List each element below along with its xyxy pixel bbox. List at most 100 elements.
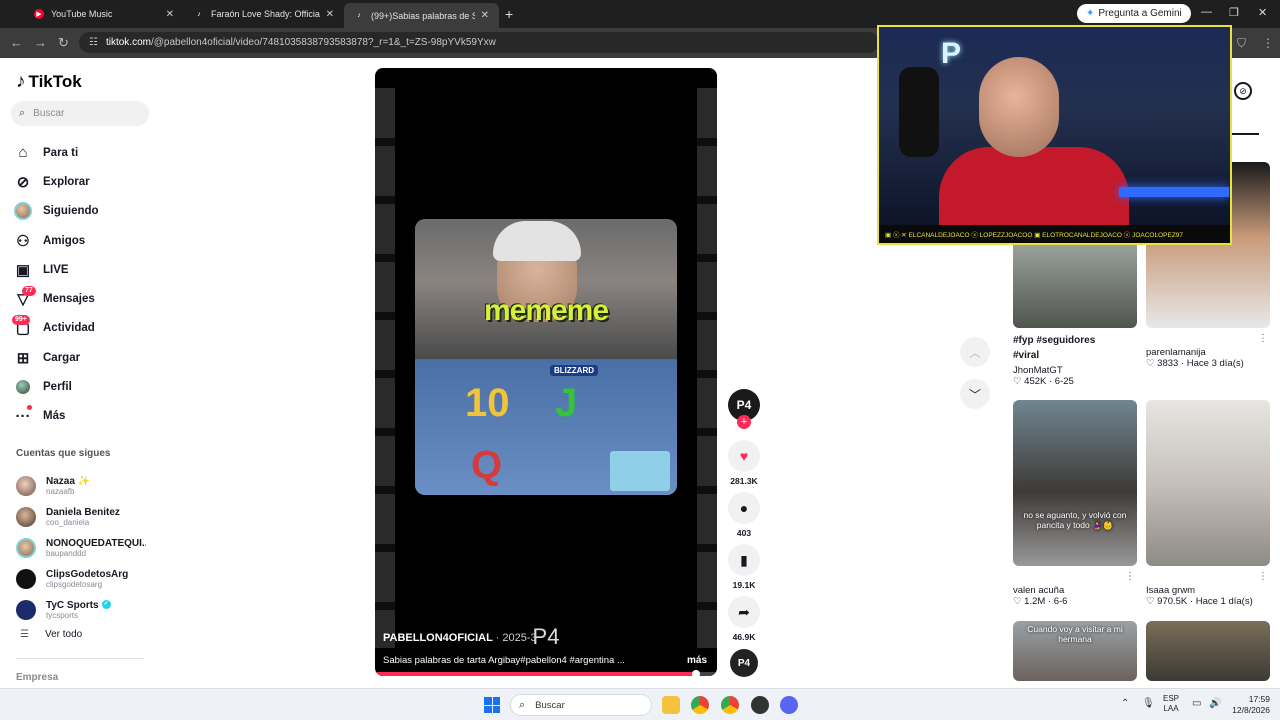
taskbar-search[interactable]: ⌕ Buscar — [510, 694, 652, 716]
gemini-button[interactable]: ✦ Pregunta a Gemini — [1077, 4, 1191, 23]
windows-start-icon[interactable] — [484, 697, 500, 713]
card-date: Hace 1 día(s) — [1195, 596, 1253, 607]
company-link[interactable]: Empresa — [16, 672, 58, 683]
search-input[interactable]: ⌕ Buscar — [11, 101, 149, 126]
obs-icon[interactable] — [751, 696, 769, 714]
card-meta: ♡ 3833 · Hace 3 día(s) — [1146, 358, 1244, 369]
sidebar-item-mensajes[interactable]: ▽ 77 Mensajes — [14, 284, 154, 313]
tab-title: Faraón Love Shady: Official Clip — [211, 9, 320, 19]
sidebar-item-cargar[interactable]: ⊞ Cargar — [14, 343, 154, 372]
following-user[interactable]: Nazaa ✨ nazaafb — [16, 470, 156, 501]
music-disc-icon[interactable]: P4 — [730, 649, 758, 677]
volume-icon[interactable]: 🔊 — [1209, 698, 1221, 709]
notification-dot — [27, 405, 32, 411]
tab-youtube-music[interactable]: ▶ YouTube Music ✕ — [24, 3, 184, 25]
next-video-button[interactable]: ﹀ — [960, 379, 990, 409]
minimize-icon[interactable]: — — [1201, 6, 1212, 18]
sidebar-item-siguiendo[interactable]: Siguiendo — [14, 197, 154, 226]
following-user[interactable]: NONOQUEDATEQUI... baupanddd — [16, 532, 156, 563]
comment-button[interactable]: ● — [728, 492, 760, 524]
card-author[interactable]: JhonMatGT — [1013, 365, 1137, 376]
back-icon[interactable]: ← — [10, 35, 23, 50]
video-progress-bar[interactable] — [375, 670, 717, 676]
headphones — [493, 221, 581, 261]
close-icon[interactable]: ✕ — [166, 9, 174, 20]
more-options-icon[interactable]: ⋮ — [1258, 333, 1268, 344]
new-tab-icon[interactable]: + — [505, 6, 513, 22]
close-icon[interactable]: ✕ — [481, 10, 489, 21]
discord-icon[interactable] — [780, 696, 798, 714]
save-button[interactable]: ▮ — [728, 544, 760, 576]
video-author[interactable]: PABELLON4OFICIAL — [383, 632, 493, 644]
following-user[interactable]: Daniela Benitez coo_daniela — [16, 501, 156, 532]
sidebar-menu: ⌂ Para ti ⊘ Explorar Siguiendo ⚇ Amigos ▣ LI… — [12, 138, 154, 431]
sidebar-item-explorar[interactable]: ⊘ Explorar — [14, 167, 154, 196]
follow-plus-icon[interactable]: + — [737, 415, 751, 429]
thumbnail-caption: no se aguanto, y volvió con pancita y to… — [1023, 510, 1127, 530]
share-button[interactable]: ➦ — [728, 596, 760, 628]
sidebar-item-amigos[interactable]: ⚇ Amigos — [14, 226, 154, 255]
divider — [16, 658, 144, 659]
card-meta: ♡ 1.2M · 6-6 — [1013, 596, 1068, 607]
following-user[interactable]: ClipsGodetosArg clipsgodetosarg — [16, 563, 156, 594]
progress-fill — [375, 672, 697, 676]
sidebar-item-mas[interactable]: ··· Más — [14, 402, 154, 431]
more-options-icon[interactable]: ⋮ — [1258, 571, 1268, 582]
card-likes: 970.5K — [1157, 596, 1188, 607]
following-user[interactable]: TyC Sports ✓ tycsports — [16, 594, 156, 625]
activity-badge: 99+ — [12, 315, 30, 326]
see-all-link[interactable]: ☰ Ver todo — [20, 629, 82, 640]
more-button[interactable]: más — [687, 655, 707, 666]
tiktok-logo[interactable]: ♪ TikTok — [16, 71, 82, 93]
address-bar[interactable]: ☷ tiktok.com /@pabellon4oficial/video/74… — [79, 32, 879, 53]
url-host: tiktok.com — [105, 37, 151, 48]
sidebar-item-para-ti[interactable]: ⌂ Para ti — [14, 138, 154, 167]
chevron-up-icon[interactable]: ⌃ — [1121, 698, 1129, 709]
youtube-music-icon: ▶ — [34, 9, 44, 19]
browser-tab-bar: ▶ YouTube Music ✕ ♪ Faraón Love Shady: O… — [0, 0, 1280, 28]
video-description: Sabias palabras de tarta Argibay#pabello… — [383, 655, 625, 666]
slot-symbol-ten: 10 — [465, 381, 510, 425]
network-icon[interactable]: ▭ — [1192, 698, 1201, 709]
heart-outline-icon: ♡ — [1013, 596, 1025, 607]
card-meta: ♡ 452K · 6-25 — [1013, 376, 1074, 387]
progress-knob[interactable] — [692, 670, 701, 676]
menu-icon[interactable]: ⋮ — [1262, 36, 1274, 50]
close-window-icon[interactable]: ✕ — [1258, 6, 1267, 19]
more-options-icon[interactable]: ⋮ — [1125, 571, 1135, 582]
language-indicator[interactable]: ESP LAA — [1163, 694, 1179, 714]
forward-icon[interactable]: → — [34, 35, 47, 50]
tab-faraon[interactable]: ♪ Faraón Love Shady: Official Clip ✕ — [184, 3, 344, 25]
card-date: 6-6 — [1053, 596, 1068, 607]
file-explorer-icon[interactable] — [662, 696, 680, 714]
feed-filter-icon[interactable]: ⊘ — [1234, 82, 1252, 100]
reload-icon[interactable]: ↻ — [58, 35, 69, 51]
user-handle: nazaafb — [46, 486, 75, 496]
bookmark-icon: ▮ — [740, 551, 748, 568]
clock[interactable]: 17:59 12/8/2026 — [1226, 694, 1270, 716]
chrome-icon[interactable] — [691, 696, 709, 714]
close-icon[interactable]: ✕ — [326, 9, 334, 20]
sidebar-item-actividad[interactable]: ▢ 99+ Actividad — [12, 314, 154, 343]
avatar — [16, 599, 36, 620]
microphone-icon[interactable]: 🎙 — [1142, 698, 1155, 709]
previous-video-button[interactable]: ︿ — [960, 337, 990, 367]
card-likes: 3833 — [1157, 358, 1179, 369]
tab-active-tiktok[interactable]: ♪ (99+)Sabias palabras de Sa ✕ — [344, 3, 499, 28]
like-button[interactable]: ♥ — [728, 440, 760, 472]
card-author[interactable]: valen acuña — [1013, 585, 1137, 596]
site-settings-icon[interactable]: ☷ — [89, 37, 98, 48]
video-content: BLIZZARD 10 J Q mememe — [415, 219, 677, 495]
sidebar-item-perfil[interactable]: Perfil — [14, 372, 154, 401]
video-player[interactable]: BLIZZARD 10 J Q mememe P4 PABELLON4OFICI… — [375, 68, 717, 676]
shield-extension-icon[interactable]: ⛉ — [1237, 36, 1246, 51]
see-all-label: Ver todo — [44, 629, 83, 640]
verified-icon: ✓ — [101, 600, 111, 610]
sidebar-item-live[interactable]: ▣ LIVE — [14, 255, 154, 284]
restore-icon[interactable]: ❐ — [1229, 6, 1239, 19]
messages-icon: ▽ 77 — [14, 286, 36, 308]
chrome-profile-icon[interactable] — [721, 696, 739, 714]
card-author[interactable]: parenlamanija — [1146, 347, 1270, 358]
card-author[interactable]: Isaaa grwm — [1146, 585, 1270, 596]
sidebar-item-label: Explorar — [43, 175, 90, 188]
